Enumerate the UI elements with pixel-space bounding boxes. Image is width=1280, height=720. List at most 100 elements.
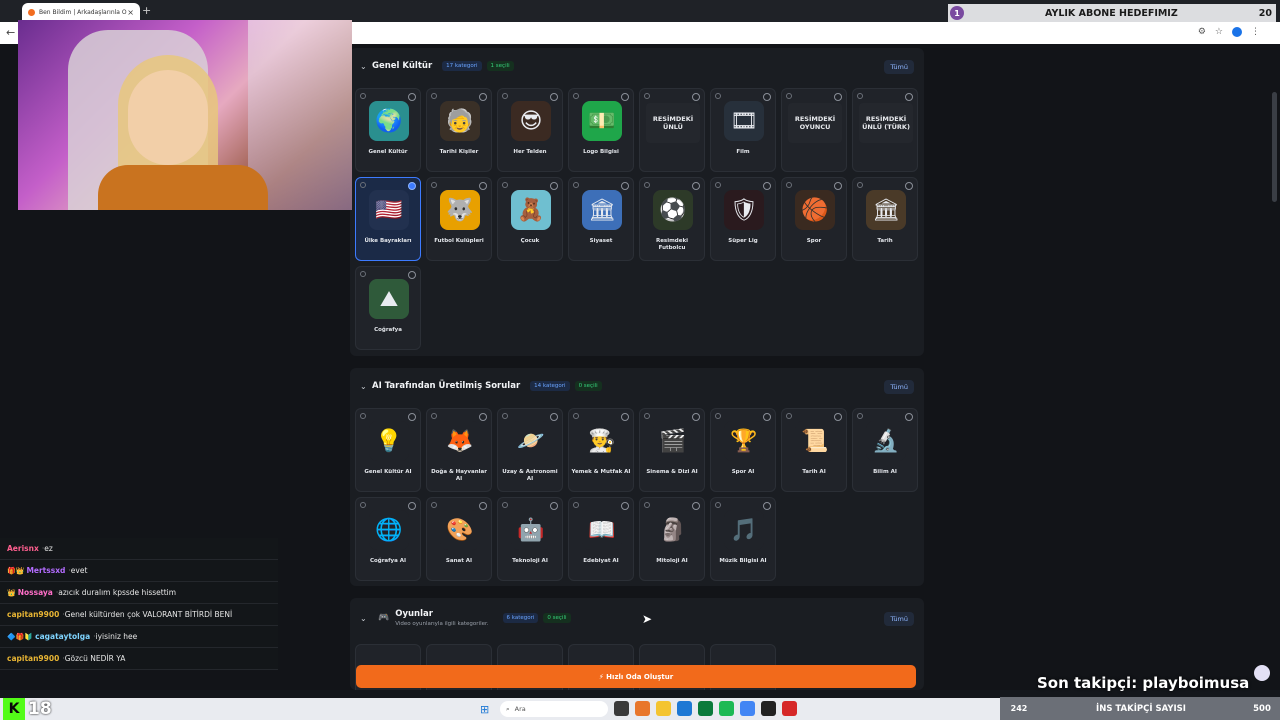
- chevron-down-icon[interactable]: ⌄: [360, 382, 372, 391]
- select-radio[interactable]: [621, 182, 629, 190]
- category-card[interactable]: 😎 Her Telden: [497, 88, 563, 172]
- category-card[interactable]: ⚽ Resimdeki Futbolcu: [639, 177, 705, 261]
- category-card[interactable]: RESİMDEKİ OYUNCU: [781, 88, 847, 172]
- section-header[interactable]: ⌄ Genel Kültür 17 kategori 1 seçili Tümü: [350, 48, 924, 84]
- select-radio[interactable]: [621, 413, 629, 421]
- select-radio[interactable]: [692, 502, 700, 510]
- select-radio[interactable]: [479, 93, 487, 101]
- select-all-button[interactable]: Tümü: [884, 380, 914, 394]
- extensions-icon[interactable]: ⚙: [1198, 27, 1206, 37]
- select-radio[interactable]: [834, 93, 842, 101]
- edge-icon[interactable]: [677, 701, 692, 716]
- category-card[interactable]: RESİMDEKİ ÜNLÜ (TÜRK): [852, 88, 918, 172]
- select-radio[interactable]: [905, 93, 913, 101]
- category-card[interactable]: 🏆 Spor AI: [710, 408, 776, 492]
- select-radio[interactable]: [408, 502, 416, 510]
- category-card[interactable]: ⛰ Coğrafya: [355, 266, 421, 350]
- chat-username[interactable]: Aerisnx: [7, 544, 39, 553]
- chat-username[interactable]: capitan9900: [7, 654, 59, 663]
- chat-username[interactable]: cagataytolga: [35, 632, 90, 641]
- new-tab-button[interactable]: +: [142, 4, 151, 17]
- info-dot-icon: [715, 502, 721, 508]
- category-card[interactable]: 💡 Genel Kültür AI: [355, 408, 421, 492]
- category-card[interactable]: 🏀 Spor: [781, 177, 847, 261]
- category-card[interactable]: 🏛 Siyaset: [568, 177, 634, 261]
- category-card[interactable]: 🧸 Çocuk: [497, 177, 563, 261]
- menu-dots-icon[interactable]: ⋮: [1251, 27, 1260, 37]
- select-radio[interactable]: [763, 502, 771, 510]
- section-header[interactable]: ⌄ 🎮 Oyunlar Video oyunlarıyla ilgili kat…: [350, 598, 924, 638]
- category-card[interactable]: 📖 Edebiyat AI: [568, 497, 634, 581]
- store-icon[interactable]: [698, 701, 713, 716]
- spotify-icon[interactable]: [719, 701, 734, 716]
- category-card[interactable]: 💵 Logo Bilgisi: [568, 88, 634, 172]
- chrome-icon[interactable]: [740, 701, 755, 716]
- select-radio[interactable]: [692, 182, 700, 190]
- select-radio[interactable]: [479, 502, 487, 510]
- category-card[interactable]: 🔬 Bilim AI: [852, 408, 918, 492]
- chevron-down-icon[interactable]: ⌄: [360, 614, 372, 623]
- select-radio[interactable]: [692, 413, 700, 421]
- category-card[interactable]: 🎞 Film: [710, 88, 776, 172]
- chat-username[interactable]: Mertssxd: [26, 566, 65, 575]
- category-card[interactable]: 📜 Tarih AI: [781, 408, 847, 492]
- select-radio[interactable]: [408, 413, 416, 421]
- select-radio[interactable]: [763, 182, 771, 190]
- category-card[interactable]: 🎬 Sinema & Dizi AI: [639, 408, 705, 492]
- category-card[interactable]: 🌍 Genel Kültür: [355, 88, 421, 172]
- taskbar-search[interactable]: ⌕ Ara: [500, 701, 608, 717]
- app-icon[interactable]: [635, 701, 650, 716]
- select-radio[interactable]: [550, 182, 558, 190]
- profile-avatar[interactable]: [1232, 27, 1242, 37]
- tab-close-button[interactable]: ×: [127, 8, 134, 17]
- category-card[interactable]: 🎨 Sanat AI: [426, 497, 492, 581]
- file-explorer-icon[interactable]: [656, 701, 671, 716]
- category-card[interactable]: 🇺🇸 Ülke Bayrakları: [355, 177, 421, 261]
- category-label: Süper Lig: [728, 238, 758, 244]
- section-header[interactable]: ⌄ AI Tarafından Üretilmiş Sorular 14 kat…: [350, 368, 924, 404]
- select-radio[interactable]: [621, 502, 629, 510]
- category-card[interactable]: 🎵 Müzik Bilgisi AI: [710, 497, 776, 581]
- select-all-button[interactable]: Tümü: [884, 612, 914, 626]
- select-radio[interactable]: [834, 413, 842, 421]
- category-card[interactable]: 🦊 Doğa & Hayvanlar AI: [426, 408, 492, 492]
- category-card[interactable]: 🤖 Teknoloji AI: [497, 497, 563, 581]
- obs-icon[interactable]: [761, 701, 776, 716]
- select-radio[interactable]: [905, 413, 913, 421]
- select-radio[interactable]: [479, 182, 487, 190]
- back-arrow-icon[interactable]: ←: [6, 26, 15, 39]
- chat-bubble-icon[interactable]: [1254, 665, 1270, 681]
- select-all-button[interactable]: Tümü: [884, 60, 914, 74]
- task-view-icon[interactable]: [614, 701, 629, 716]
- category-card[interactable]: 🏛 Tarih: [852, 177, 918, 261]
- category-card[interactable]: 🛡 Süper Lig: [710, 177, 776, 261]
- page-scrollbar[interactable]: [1272, 92, 1277, 202]
- category-card[interactable]: 🧓 Tarihi Kişiler: [426, 88, 492, 172]
- select-radio[interactable]: [550, 93, 558, 101]
- category-card[interactable]: 🪐 Uzay & Astronomi AI: [497, 408, 563, 492]
- select-radio[interactable]: [621, 93, 629, 101]
- select-radio[interactable]: [408, 271, 416, 279]
- quick-create-room-button[interactable]: ⚡ Hızlı Oda Oluştur: [356, 665, 916, 688]
- chevron-down-icon[interactable]: ⌄: [360, 62, 372, 71]
- chat-username[interactable]: Nossaya: [18, 588, 53, 597]
- select-radio[interactable]: [763, 413, 771, 421]
- record-icon[interactable]: [782, 701, 797, 716]
- category-card[interactable]: 👨‍🍳 Yemek & Mutfak AI: [568, 408, 634, 492]
- windows-start-icon[interactable]: ⊞: [480, 703, 489, 716]
- select-radio[interactable]: [905, 182, 913, 190]
- chat-username[interactable]: capitan9900: [7, 610, 59, 619]
- bookmark-icon[interactable]: ☆: [1215, 27, 1223, 37]
- select-radio[interactable]: [550, 413, 558, 421]
- select-radio[interactable]: [479, 413, 487, 421]
- category-card[interactable]: 🐺 Futbol Kulüpleri: [426, 177, 492, 261]
- select-radio[interactable]: [763, 93, 771, 101]
- select-radio[interactable]: [408, 93, 416, 101]
- category-card[interactable]: 🗿 Mitoloji AI: [639, 497, 705, 581]
- select-radio[interactable]: [408, 182, 416, 190]
- category-card[interactable]: 🌐 Coğrafya AI: [355, 497, 421, 581]
- category-card[interactable]: RESİMDEKİ ÜNLÜ: [639, 88, 705, 172]
- select-radio[interactable]: [692, 93, 700, 101]
- select-radio[interactable]: [834, 182, 842, 190]
- select-radio[interactable]: [550, 502, 558, 510]
